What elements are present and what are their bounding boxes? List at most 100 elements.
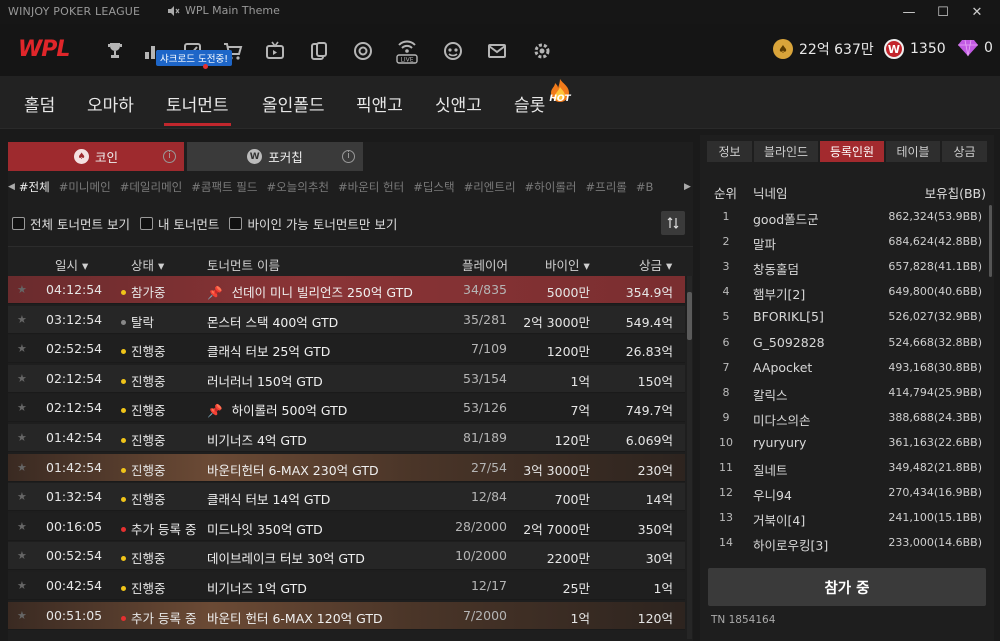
speaker-muted-icon[interactable] [167, 5, 180, 17]
tab-slot[interactable]: 슬롯 [514, 91, 545, 116]
tab-prize[interactable]: 상금 [942, 141, 987, 162]
tv-icon[interactable] [264, 40, 286, 62]
tab-info[interactable]: 정보 [707, 141, 752, 162]
header-buyin[interactable]: 바이인 ▾ [545, 255, 590, 274]
filter-tag[interactable]: #하이롤러 [525, 179, 577, 195]
filter-tag[interactable]: #리엔트리 [464, 179, 516, 195]
mascot-icon[interactable] [442, 40, 464, 62]
list-item[interactable]: 3 창동홀덤 657,828(41.1BB) [708, 255, 988, 280]
favorite-star-icon[interactable]: ★ [17, 521, 28, 532]
tab-tables[interactable]: 테이블 [886, 141, 940, 162]
table-row[interactable]: ★ 00:51:05 추가 등록 중 바운티 헌터 6-MAX 120억 GTD 7/2… [8, 601, 685, 630]
info-icon[interactable]: i [163, 150, 176, 163]
tab-blinds[interactable]: 블라인드 [754, 141, 818, 162]
trophy-icon[interactable] [104, 40, 126, 62]
favorite-star-icon[interactable]: ★ [17, 432, 28, 443]
favorite-star-icon[interactable]: ★ [17, 314, 28, 325]
favorite-star-icon[interactable]: ★ [17, 610, 28, 621]
list-item[interactable]: 14 하이로우킹[3] 233,000(14.6BB) [708, 531, 988, 556]
table-row[interactable]: ★ 02:52:54 진행중 클래식 터보 25억 GTD 7/109 1200만 26.8… [8, 335, 685, 364]
cards-icon[interactable] [308, 40, 330, 62]
favorite-star-icon[interactable]: ★ [17, 343, 28, 354]
filter-tag[interactable]: #바운티 헌터 [338, 179, 404, 195]
scrollbar-thumb[interactable] [687, 292, 692, 340]
table-row[interactable]: ★ 04:12:54 참가중 📌 선데이 미니 빌리언즈 250억 GTD 34/835 5… [8, 276, 685, 304]
cell-time: 00:42:54 [46, 578, 103, 593]
table-row[interactable]: ★ 03:12:54 탈락 몬스터 스택 400억 GTD 35/281 2억 3000만… [8, 305, 685, 334]
list-item[interactable]: 7 AApocket 493,168(30.8BB) [708, 356, 988, 381]
list-item[interactable]: 9 미다스의손 388,688(24.3BB) [708, 406, 988, 431]
tab-pick-and-go[interactable]: 픽앤고 [356, 91, 403, 116]
list-item[interactable]: 13 거북이[4] 241,100(15.1BB) [708, 506, 988, 531]
scrollbar-thumb[interactable] [989, 205, 992, 277]
tab-coin[interactable]: ♠ 코인 i [8, 142, 184, 171]
chip-icon[interactable] [352, 40, 374, 62]
header-time[interactable]: 일시 ▾ [55, 255, 88, 274]
tab-poker-chip[interactable]: W 포커칩 i [187, 142, 363, 171]
list-item[interactable]: 5 BFORIKL[5] 526,027(32.9BB) [708, 305, 988, 330]
list-item[interactable]: 6 G_5092828 524,668(32.8BB) [708, 331, 988, 356]
sort-toggle-button[interactable] [661, 211, 685, 235]
cell-time: 02:12:54 [46, 400, 103, 416]
table-row[interactable]: ★ 01:42:54 진행중 비기너즈 4억 GTD 81/189 120만 6.069억 [8, 424, 685, 452]
minimize-icon[interactable]: — [892, 0, 926, 24]
gold-coin-balance: ♠ 22억 637만 [773, 39, 874, 59]
table-row[interactable]: ★ 00:52:54 진행중 데이브레이크 터보 30억 GTD 10/2000 2200… [8, 542, 685, 571]
scroll-right-icon[interactable]: ▶ [684, 182, 691, 192]
tab-allin-fold[interactable]: 올인폴드 [262, 91, 325, 116]
favorite-star-icon[interactable]: ★ [17, 373, 28, 384]
cell-buyin: 2억 7000만 [523, 521, 590, 537]
header-status[interactable]: 상태 ▾ [131, 255, 164, 274]
header-prize[interactable]: 상금 ▾ [639, 255, 672, 274]
list-item[interactable]: 4 햄부기[2] 649,800(40.6BB) [708, 280, 988, 305]
maximize-icon[interactable]: ☐ [926, 0, 960, 24]
music-control[interactable]: WPL Main Theme [167, 4, 280, 17]
favorite-star-icon[interactable]: ★ [17, 550, 28, 561]
table-row[interactable]: ★ 01:32:54 진행중 클래식 터보 14억 GTD 12/84 700만 14억 [8, 483, 685, 512]
table-row[interactable]: ★ 01:42:54 진행중 바운티헌터 6-MAX 230억 GTD 27/54 3억 … [8, 453, 685, 482]
filter-tag[interactable]: #미니메인 [59, 179, 111, 195]
info-icon[interactable]: i [342, 150, 355, 163]
table-row[interactable]: ★ 00:16:05 추가 등록 중 미드나잇 350억 GTD 28/2000 2억 7… [8, 512, 685, 541]
tab-holdem[interactable]: 홀덤 [24, 91, 55, 116]
filter-tag[interactable]: #딥스택 [413, 179, 454, 195]
scroll-left-icon[interactable]: ◀ [8, 182, 15, 192]
filter-tag[interactable]: #오늘의추천 [266, 179, 329, 195]
favorite-star-icon[interactable]: ★ [17, 491, 28, 502]
filter-tag[interactable]: #프리롤 [586, 179, 627, 195]
cell-buyin: 3억 3000만 [523, 462, 590, 478]
tab-registered[interactable]: 등록인원 [820, 141, 884, 162]
favorite-star-icon[interactable]: ★ [17, 402, 28, 413]
table-row[interactable]: ★ 02:12:54 진행중 러너러너 150억 GTD 53/154 1억 150억 [8, 364, 685, 393]
mail-icon[interactable] [486, 40, 508, 62]
filter-tag[interactable]: #콤팩트 필드 [191, 179, 257, 195]
filter-tag[interactable]: #전체 [19, 179, 50, 195]
tab-sit-and-go[interactable]: 싯앤고 [435, 91, 482, 116]
wpl-logo[interactable]: WPL [18, 37, 70, 62]
live-icon[interactable]: LIVE [396, 36, 418, 66]
status-dot [121, 408, 126, 414]
favorite-star-icon[interactable]: ★ [17, 284, 28, 295]
close-icon[interactable]: ✕ [960, 0, 994, 24]
tab-omaha[interactable]: 오마하 [87, 91, 134, 116]
favorite-star-icon[interactable]: ★ [17, 580, 28, 591]
promo-badge[interactable]: 샤크로드 도전중! [156, 50, 233, 66]
checkbox-all-tournaments[interactable]: 전체 토너먼트 보기 [12, 214, 130, 233]
list-item[interactable]: 8 칼릭스 414,794(25.9BB) [708, 381, 988, 406]
list-item[interactable]: 1 good폴드군 862,324(53.9BB) [708, 205, 988, 230]
filter-tag[interactable]: #데일리메인 [120, 179, 183, 195]
checkbox-buyin-available[interactable]: 바이인 가능 토너먼트만 보기 [229, 214, 397, 233]
list-item[interactable]: 2 말파 684,624(42.8BB) [708, 230, 988, 255]
favorite-star-icon[interactable]: ★ [17, 462, 28, 473]
list-item[interactable]: 11 질네트 349,482(21.8BB) [708, 456, 988, 481]
join-button[interactable]: 참가 중 [708, 568, 986, 606]
list-item[interactable]: 12 우니94 270,434(16.9BB) [708, 481, 988, 506]
checkbox-my-tournaments[interactable]: 내 토너먼트 [139, 214, 219, 233]
settings-icon[interactable] [531, 40, 553, 62]
list-item[interactable]: 10 ryuryury 361,163(22.6BB) [708, 431, 988, 456]
filter-tag[interactable]: #B [636, 180, 654, 194]
tab-tournament[interactable]: 토너먼트 [164, 91, 231, 126]
table-row[interactable]: ★ 00:42:54 진행중 비기너즈 1억 GTD 12/17 25만 1억 [8, 572, 685, 600]
table-row[interactable]: ★ 02:12:54 진행중 📌 하이롤러 500억 GTD 53/126 7억 749.7억 [8, 394, 685, 423]
cell-time: 00:52:54 [46, 548, 103, 564]
